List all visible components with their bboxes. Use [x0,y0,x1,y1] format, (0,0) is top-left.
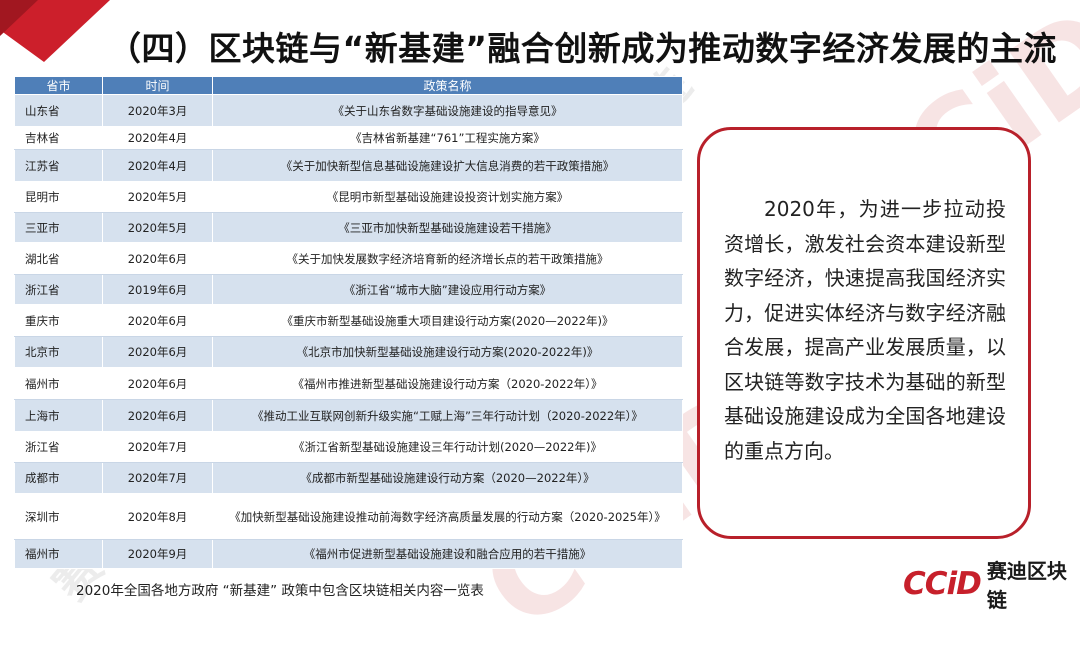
ccid-logo: CCiD 赛迪区块链 [903,559,1080,612]
table-row: 三亚市 2020年5月 《三亚市加快新型基础设施建设若干措施》 [14,212,683,243]
cell-date: 2020年7月 [102,462,213,494]
table-row: 浙江省 2020年7月 《浙江省新型基础设施建设三年行动计划(2020—2022… [14,431,683,463]
cell-date: 2020年6月 [102,242,213,275]
table-row: 上海市 2020年6月 《推动工业互联网创新升级实施“工赋上海”三年行动计划（2… [14,399,683,432]
cell-region: 山东省 [14,94,103,127]
table-row: 深圳市 2020年8月 《加快新型基础设施建设推动前海数字经济高质量发展的行动方… [14,493,683,540]
cell-region: 三亚市 [14,212,103,243]
table-row: 江苏省 2020年4月 《关于加快新型信息基础设施建设扩大信息消费的若干政策措施… [14,149,683,182]
logo-mark: CCiD [903,566,982,602]
cell-date: 2020年9月 [102,539,213,569]
cell-region: 北京市 [14,336,103,368]
table-row: 成都市 2020年7月 《成都市新型基础设施建设行动方案（2020—2022年）… [14,462,683,494]
cell-date: 2020年5月 [102,181,213,213]
cell-date: 2020年8月 [102,493,213,540]
cell-policy: 《成都市新型基础设施建设行动方案（2020—2022年）》 [212,462,683,494]
cell-policy: 《关于加快发展数字经济培育新的经济增长点的若干政策措施》 [212,242,683,275]
cell-date: 2020年6月 [102,399,213,432]
cell-policy: 《关于加快新型信息基础设施建设扩大信息消费的若干政策措施》 [212,149,683,182]
cell-region: 福州市 [14,367,103,400]
cell-date: 2020年3月 [102,94,213,127]
cell-policy: 《加快新型基础设施建设推动前海数字经济高质量发展的行动方案（2020-2025年… [212,493,683,540]
cell-policy: 《福州市促进新型基础设施建设和融合应用的若干措施》 [212,539,683,569]
cell-region: 江苏省 [14,149,103,182]
cell-policy: 《三亚市加快新型基础设施建设若干措施》 [212,212,683,243]
cell-policy: 《北京市加快新型基础设施建设行动方案(2020-2022年)》 [212,336,683,368]
cell-date: 2020年7月 [102,431,213,463]
header-region: 省市 [14,76,103,95]
cell-region: 浙江省 [14,274,103,305]
summary-callout: 2020年，为进一步拉动投资增长，激发社会资本建设新型数字经济，快速提高我国经济… [697,127,1031,539]
table-row: 福州市 2020年9月 《福州市促进新型基础设施建设和融合应用的若干措施》 [14,539,683,569]
policy-table: 省市 时间 政策名称 山东省 2020年3月 《关于山东省数字基础设施建设的指导… [14,76,683,569]
table-row: 湖北省 2020年6月 《关于加快发展数字经济培育新的经济增长点的若干政策措施》 [14,242,683,275]
table-header-row: 省市 时间 政策名称 [14,76,683,95]
cell-region: 上海市 [14,399,103,432]
cell-policy: 《福州市推进新型基础设施建设行动方案（2020-2022年）》 [212,367,683,400]
cell-region: 湖北省 [14,242,103,275]
table-row: 昆明市 2020年5月 《昆明市新型基础设施建设投资计划实施方案》 [14,181,683,213]
table-row: 北京市 2020年6月 《北京市加快新型基础设施建设行动方案(2020-2022… [14,336,683,368]
table-caption: 2020年全国各地方政府 “新基建” 政策中包含区块链相关内容一览表 [76,583,484,599]
cell-policy: 《关于山东省数字基础设施建设的指导意见》 [212,94,683,127]
cell-region: 福州市 [14,539,103,569]
table-row: 浙江省 2019年6月 《浙江省“城市大脑”建设应用行动方案》 [14,274,683,305]
logo-name: 赛迪区块链 [986,559,1067,612]
cell-date: 2020年5月 [102,212,213,243]
cell-region: 深圳市 [14,493,103,540]
cell-region: 重庆市 [14,304,103,337]
cell-date: 2020年4月 [102,126,213,150]
table-row: 重庆市 2020年6月 《重庆市新型基础设施重大项目建设行动方案(2020—20… [14,304,683,337]
cell-policy: 《浙江省新型基础设施建设三年行动计划(2020—2022年)》 [212,431,683,463]
cell-region: 浙江省 [14,431,103,463]
cell-date: 2019年6月 [102,274,213,305]
cell-policy: 《重庆市新型基础设施重大项目建设行动方案(2020—2022年)》 [212,304,683,337]
table-row: 福州市 2020年6月 《福州市推进新型基础设施建设行动方案（2020-2022… [14,367,683,400]
cell-date: 2020年6月 [102,367,213,400]
cell-region: 成都市 [14,462,103,494]
cell-date: 2020年6月 [102,304,213,337]
slide-title: （四）区块链与“新基建”融合创新成为推动数字经济发展的主流 [108,29,1057,68]
cell-policy: 《浙江省“城市大脑”建设应用行动方案》 [212,274,683,305]
cell-policy: 《推动工业互联网创新升级实施“工赋上海”三年行动计划（2020-2022年）》 [212,399,683,432]
table-row: 吉林省 2020年4月 《吉林省新基建“761”工程实施方案》 [14,126,683,150]
corner-decoration [0,0,110,62]
table-row: 山东省 2020年3月 《关于山东省数字基础设施建设的指导意见》 [14,94,683,127]
cell-region: 吉林省 [14,126,103,150]
header-policy: 政策名称 [212,76,683,95]
cell-date: 2020年6月 [102,336,213,368]
cell-policy: 《昆明市新型基础设施建设投资计划实施方案》 [212,181,683,213]
cell-date: 2020年4月 [102,149,213,182]
cell-region: 昆明市 [14,181,103,213]
cell-policy: 《吉林省新基建“761”工程实施方案》 [212,126,683,150]
header-date: 时间 [102,76,213,95]
